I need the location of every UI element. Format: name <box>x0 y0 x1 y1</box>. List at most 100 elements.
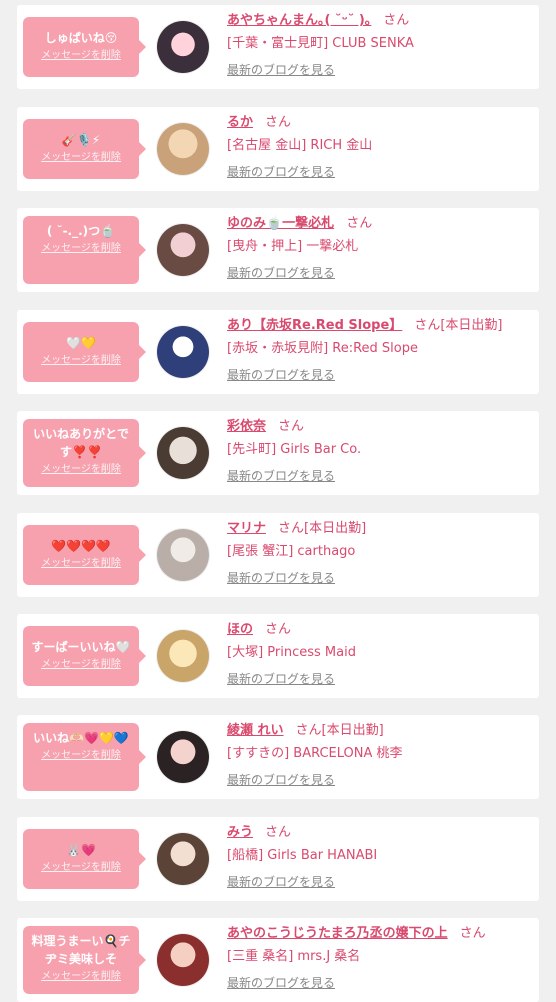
avatar[interactable] <box>157 21 209 73</box>
shop-info: [尾張 蟹江] carthago <box>227 544 356 559</box>
message-bubble: いいねありがとです❣️❣️ メッセージを削除 <box>23 419 146 487</box>
name-line: 彩依奈 さん <box>227 418 533 436</box>
message-text: すーぱーいいね🤍 <box>31 640 131 654</box>
delete-message-link[interactable]: メッセージを削除 <box>27 749 135 763</box>
like-message-card: すーぱーいいね🤍 メッセージを削除 ほの さん [大塚] Princess Maid 最新… <box>17 614 539 698</box>
latest-blog-link[interactable]: 最新のブログを見る <box>227 671 335 687</box>
message-text: 🤍💛 <box>66 336 96 350</box>
latest-blog-link[interactable]: 最新のブログを見る <box>227 874 335 890</box>
like-message-card: しゅぱいね😚 メッセージを削除 あやちゃんまん｡( ˘ᵕ˘ )｡ さん [千葉・富士見町… <box>17 5 539 89</box>
message-text: 🎸🎙️⚡ <box>61 133 101 147</box>
latest-blog-link[interactable]: 最新のブログを見る <box>227 265 335 281</box>
name-line: あやのこうじうたまろ乃丞の嬢下の上 さん <box>227 925 533 943</box>
message-bubble: ❤️❤️❤️❤️ メッセージを削除 <box>23 525 146 585</box>
avatar[interactable] <box>157 630 209 682</box>
profile-info: あやちゃんまん｡( ˘ᵕ˘ )｡ さん [千葉・富士見町] CLUB SENKA 最新… <box>227 12 533 78</box>
message-text: 料理うまーい🍳チヂミ美味しそ <box>31 934 131 966</box>
name-suffix: さん[本日出勤] <box>414 318 503 333</box>
message-bubble: ( ˘-._.)つ🍵 メッセージを削除 <box>23 216 146 284</box>
latest-blog-link[interactable]: 最新のブログを見る <box>227 975 335 991</box>
name-suffix: さん[本日出勤] <box>278 521 367 536</box>
message-bubble: いいね🫶🏻💗💛💙 メッセージを削除 <box>23 723 146 791</box>
delete-message-link[interactable]: メッセージを削除 <box>27 658 135 672</box>
latest-blog-link[interactable]: 最新のブログを見る <box>227 164 335 180</box>
avatar[interactable] <box>157 731 209 783</box>
profile-name-link[interactable]: るか <box>227 115 253 130</box>
profile-info: ゆのみ🍵一撃必札 さん [曳舟・押上] 一撃必札 最新のブログを見る <box>227 215 533 281</box>
message-text: ❤️❤️❤️❤️ <box>51 539 111 553</box>
latest-blog-link[interactable]: 最新のブログを見る <box>227 570 335 586</box>
shop-info: [三重 桑名] mrs.J 桑名 <box>227 949 361 964</box>
message-bubble: すーぱーいいね🤍 メッセージを削除 <box>23 626 146 686</box>
avatar[interactable] <box>157 224 209 276</box>
profile-info: あり【赤坂Re.Red Slope】 さん[本日出勤] [赤坂・赤坂見附] Re:R… <box>227 317 533 383</box>
like-message-card: ( ˘-._.)つ🍵 メッセージを削除 ゆのみ🍵一撃必札 さん [曳舟・押上] 一撃必札… <box>17 208 539 292</box>
name-line: マリナ さん[本日出勤] <box>227 520 533 538</box>
profile-name-link[interactable]: あり【赤坂Re.Red Slope】 <box>227 318 402 333</box>
like-message-list: しゅぱいね😚 メッセージを削除 あやちゃんまん｡( ˘ᵕ˘ )｡ さん [千葉・富士見町… <box>0 0 556 1002</box>
profile-info: あやのこうじうたまろ乃丞の嬢下の上 さん [三重 桑名] mrs.J 桑名 最新のブロ… <box>227 925 533 991</box>
like-message-card: 🤍💛 メッセージを削除 あり【赤坂Re.Red Slope】 さん[本日出勤] [赤坂・… <box>17 310 539 394</box>
name-suffix: さん <box>346 216 373 231</box>
delete-message-link[interactable]: メッセージを削除 <box>27 354 135 368</box>
message-text: 🐰💗 <box>66 843 96 857</box>
shop-info: [大塚] Princess Maid <box>227 645 356 660</box>
shop-info: [先斗町] Girls Bar Co. <box>227 442 362 457</box>
delete-message-link[interactable]: メッセージを削除 <box>27 242 135 256</box>
profile-name-link[interactable]: 綾瀬 れい <box>227 723 284 738</box>
latest-blog-link[interactable]: 最新のブログを見る <box>227 62 335 78</box>
profile-name-link[interactable]: みう <box>227 825 253 840</box>
delete-message-link[interactable]: メッセージを削除 <box>27 463 135 477</box>
message-text: いいね🫶🏻💗💛💙 <box>33 731 129 745</box>
delete-message-link[interactable]: メッセージを削除 <box>27 151 135 165</box>
shop-info: [すすきの] BARCELONA 桃李 <box>227 746 403 761</box>
message-bubble: 料理うまーい🍳チヂミ美味しそメッセージを削除 <box>23 926 146 994</box>
name-line: あり【赤坂Re.Red Slope】 さん[本日出勤] <box>227 317 533 335</box>
message-bubble: 🤍💛 メッセージを削除 <box>23 322 146 382</box>
delete-message-link[interactable]: メッセージを削除 <box>27 970 135 984</box>
name-suffix: さん <box>383 13 410 28</box>
profile-info: みう さん [船橋] Girls Bar HANABI 最新のブログを見る <box>227 824 533 890</box>
delete-message-link[interactable]: メッセージを削除 <box>27 861 135 875</box>
name-suffix: さん <box>265 622 292 637</box>
avatar[interactable] <box>157 123 209 175</box>
profile-name-link[interactable]: 彩依奈 <box>227 419 266 434</box>
name-line: あやちゃんまん｡( ˘ᵕ˘ )｡ さん <box>227 12 533 30</box>
name-suffix: さん <box>265 825 292 840</box>
delete-message-link[interactable]: メッセージを削除 <box>27 557 135 571</box>
avatar[interactable] <box>157 326 209 378</box>
latest-blog-link[interactable]: 最新のブログを見る <box>227 367 335 383</box>
latest-blog-link[interactable]: 最新のブログを見る <box>227 468 335 484</box>
profile-info: 綾瀬 れい さん[本日出勤] [すすきの] BARCELONA 桃李 最新のブログを見… <box>227 722 533 788</box>
profile-name-link[interactable]: マリナ <box>227 521 266 536</box>
name-line: ほの さん <box>227 621 533 639</box>
avatar[interactable] <box>157 529 209 581</box>
name-suffix: さん[本日出勤] <box>295 723 384 738</box>
delete-message-link[interactable]: メッセージを削除 <box>27 49 135 63</box>
profile-name-link[interactable]: あやちゃんまん｡( ˘ᵕ˘ )｡ <box>227 13 371 28</box>
message-text: ( ˘-._.)つ🍵 <box>46 224 116 238</box>
message-text: いいねありがとです❣️❣️ <box>33 427 129 459</box>
like-message-card: いいね🫶🏻💗💛💙 メッセージを削除 綾瀬 れい さん[本日出勤] [すすきの] BARC… <box>17 715 539 799</box>
like-message-card: ❤️❤️❤️❤️ メッセージを削除 マリナ さん[本日出勤] [尾張 蟹江] carth… <box>17 513 539 597</box>
avatar[interactable] <box>157 934 209 986</box>
profile-name-link[interactable]: あやのこうじうたまろ乃丞の嬢下の上 <box>227 926 448 941</box>
name-suffix: さん <box>278 419 305 434</box>
message-bubble: 🐰💗 メッセージを削除 <box>23 829 146 889</box>
profile-name-link[interactable]: ゆのみ🍵一撃必札 <box>227 216 334 231</box>
name-line: るか さん <box>227 114 533 132</box>
latest-blog-link[interactable]: 最新のブログを見る <box>227 772 335 788</box>
name-line: みう さん <box>227 824 533 842</box>
profile-name-link[interactable]: ほの <box>227 622 253 637</box>
profile-info: るか さん [名古屋 金山] RICH 金山 最新のブログを見る <box>227 114 533 180</box>
avatar[interactable] <box>157 427 209 479</box>
name-line: 綾瀬 れい さん[本日出勤] <box>227 722 533 740</box>
name-line: ゆのみ🍵一撃必札 さん <box>227 215 533 233</box>
avatar[interactable] <box>157 833 209 885</box>
message-bubble: 🎸🎙️⚡ メッセージを削除 <box>23 119 146 179</box>
shop-info: [曳舟・押上] 一撃必札 <box>227 239 359 254</box>
profile-info: マリナ さん[本日出勤] [尾張 蟹江] carthago 最新のブログを見る <box>227 520 533 586</box>
name-suffix: さん <box>459 926 486 941</box>
like-message-card: 🐰💗 メッセージを削除 みう さん [船橋] Girls Bar HANABI 最新のブロ… <box>17 817 539 901</box>
profile-info: 彩依奈 さん [先斗町] Girls Bar Co. 最新のブログを見る <box>227 418 533 484</box>
